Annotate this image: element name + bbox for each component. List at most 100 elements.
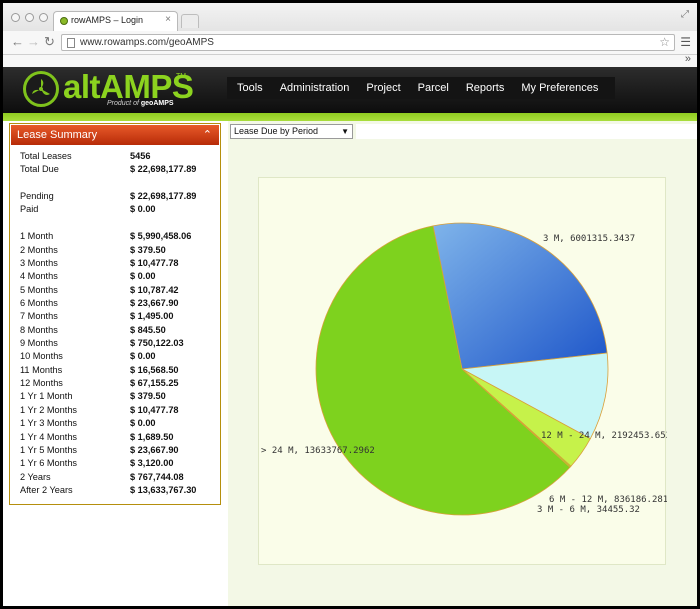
summary-value: $ 1,689.50 xyxy=(130,431,174,442)
nav-parcel[interactable]: Parcel xyxy=(418,82,449,94)
back-icon[interactable]: ← xyxy=(11,34,24,49)
summary-label: 1 Yr 6 Months xyxy=(20,458,78,469)
summary-value: $ 13,633,767.30 xyxy=(130,484,197,495)
summary-value: $ 67,155.25 xyxy=(130,378,179,389)
summary-value: $ 767,744.08 xyxy=(130,471,184,482)
summary-label: 1 Month xyxy=(20,231,54,242)
nav-my-preferences[interactable]: My Preferences xyxy=(521,82,598,94)
summary-row: 1 Yr 1 Month $ 379.50 xyxy=(20,390,210,403)
summary-value: $ 10,477.78 xyxy=(130,404,179,415)
nav-tools[interactable]: Tools xyxy=(237,82,263,94)
select-strip xyxy=(356,124,697,139)
browser-tab-bar: rowAMPS – Login × ⤢ xyxy=(3,3,697,31)
address-text[interactable]: www.rowamps.com/geoAMPS xyxy=(80,37,214,48)
summary-value: $ 0.00 xyxy=(130,204,156,215)
pie-slice-label: 3 M, 6001315.3437 xyxy=(543,234,635,244)
browser-tab[interactable]: rowAMPS – Login × xyxy=(53,11,178,31)
nav-project[interactable]: Project xyxy=(366,82,400,94)
chevron-up-icon[interactable]: ⌃ xyxy=(203,125,212,145)
window-close-icon[interactable] xyxy=(11,13,20,22)
browser-window: rowAMPS – Login × ⤢ ← → ↻ www.rowamps.co… xyxy=(3,3,697,606)
summary-label: After 2 Years xyxy=(20,484,73,495)
forward-icon[interactable]: → xyxy=(27,34,40,49)
summary-spacer xyxy=(20,177,210,190)
summary-row: 2 Months $ 379.50 xyxy=(20,244,210,257)
summary-row: 1 Yr 3 Months $ 0.00 xyxy=(20,417,210,430)
summary-value: $ 0.00 xyxy=(130,351,156,362)
summary-row: 5 Months $ 10,787.42 xyxy=(20,284,210,297)
address-bar[interactable]: www.rowamps.com/geoAMPS ☆ xyxy=(61,34,675,51)
fullscreen-icon[interactable]: ⤢ xyxy=(681,9,689,20)
summary-label: 3 Months xyxy=(20,257,58,268)
summary-value: $ 23,667.90 xyxy=(130,297,179,308)
summary-label: Pending xyxy=(20,191,54,202)
favicon-icon xyxy=(60,17,68,25)
summary-value: $ 16,568.50 xyxy=(130,364,179,375)
reload-icon[interactable]: ↻ xyxy=(44,34,55,50)
period-select-value: Lease Due by Period xyxy=(234,126,319,136)
summary-label: Paid xyxy=(20,204,39,215)
pie-slice-label: 3 M - 6 M, 34455.32 xyxy=(537,505,640,515)
summary-row: 9 Months $ 750,122.03 xyxy=(20,337,210,350)
main-nav: Tools Administration Project Parcel Repo… xyxy=(227,77,615,99)
summary-row: After 2 Years $ 13,633,767.30 xyxy=(20,484,210,497)
pie-slice-label: 12 M - 24 M, 2192453.6532 xyxy=(541,431,667,441)
lease-summary-rows: Total Leases 5456 Total Due $ 22,698,177.89… xyxy=(20,150,210,497)
bookmark-star-icon[interactable]: ☆ xyxy=(659,35,670,49)
summary-value: $ 10,477.78 xyxy=(130,257,179,268)
period-select[interactable]: Lease Due by Period ▼ xyxy=(230,124,353,139)
summary-row: 12 Months $ 67,155.25 xyxy=(20,377,210,390)
tab-close-icon[interactable]: × xyxy=(165,14,171,25)
pie-chart: 3 M, 6001315.3437 12 M - 24 M, 2192453.65… xyxy=(261,222,667,516)
summary-row: Pending $ 22,698,177.89 xyxy=(20,190,210,203)
summary-value: $ 845.50 xyxy=(130,324,166,335)
report-area: Lease Due by Period ▼ 3 M, 6001315.3437 1… xyxy=(228,121,697,606)
summary-label: 1 Yr 1 Month xyxy=(20,391,73,402)
summary-label: Total Leases xyxy=(20,151,72,161)
summary-label: 1 Yr 5 Months xyxy=(20,444,78,455)
summary-label: 2 Years xyxy=(20,471,51,482)
summary-value: $ 22,698,177.89 xyxy=(130,191,197,202)
dropdown-arrow-icon[interactable]: ▼ xyxy=(341,125,349,138)
summary-label: 9 Months xyxy=(20,338,58,349)
summary-value: $ 1,495.00 xyxy=(130,311,174,322)
summary-row: 1 Yr 4 Months $ 1,689.50 xyxy=(20,431,210,444)
summary-row: 11 Months $ 16,568.50 xyxy=(20,364,210,377)
new-tab-button[interactable] xyxy=(181,14,199,28)
summary-value: $ 22,698,177.89 xyxy=(130,164,197,175)
lease-summary-panel: Lease Summary ⌃ Total Leases 5456 Total Du… xyxy=(9,123,221,505)
pie-slice[interactable] xyxy=(432,222,608,370)
summary-row: 1 Yr 5 Months $ 23,667.90 xyxy=(20,444,210,457)
pie-slice-label: > 24 M, 13633767.2962 xyxy=(261,446,375,456)
browser-menu-icon[interactable]: ☰ xyxy=(680,35,691,49)
lease-summary-header[interactable]: Lease Summary ⌃ xyxy=(11,125,219,145)
tab-title: rowAMPS – Login xyxy=(71,15,144,25)
header-accent-bar xyxy=(3,113,697,121)
summary-row: 10 Months $ 0.00 xyxy=(20,350,210,363)
summary-row: 2 Years $ 767,744.08 xyxy=(20,471,210,484)
bookmarks-overflow-icon[interactable]: » xyxy=(685,53,691,65)
nav-administration[interactable]: Administration xyxy=(280,82,350,94)
pie-chart-container: 3 M, 6001315.3437 12 M - 24 M, 2192453.65… xyxy=(258,177,667,565)
summary-row: 1 Yr 6 Months $ 3,120.00 xyxy=(20,457,210,470)
summary-label: 1 Yr 3 Months xyxy=(20,418,78,429)
window-zoom-icon[interactable] xyxy=(39,13,48,22)
summary-row: 1 Yr 2 Months $ 10,477.78 xyxy=(20,404,210,417)
lease-summary-title: Lease Summary xyxy=(17,129,98,141)
summary-value: $ 3,120.00 xyxy=(130,458,174,469)
summary-value: $ 379.50 xyxy=(130,244,166,255)
nav-reports[interactable]: Reports xyxy=(466,82,505,94)
summary-row: 3 Months $ 10,477.78 xyxy=(20,257,210,270)
pie-slice-label: 6 M - 12 M, 836186.2815 xyxy=(549,495,667,505)
summary-value: $ 5,990,458.06 xyxy=(130,231,192,242)
summary-value: $ 750,122.03 xyxy=(130,338,184,349)
window-minimize-icon[interactable] xyxy=(25,13,34,22)
summary-label: 12 Months xyxy=(20,378,63,389)
summary-label: 5 Months xyxy=(20,284,58,295)
browser-toolbar: ← → ↻ www.rowamps.com/geoAMPS ☆ ☰ xyxy=(3,31,697,55)
page-icon xyxy=(67,38,75,48)
summary-label: 8 Months xyxy=(20,324,58,335)
summary-row: Total Due $ 22,698,177.89 xyxy=(20,163,210,176)
summary-row: 6 Months $ 23,667.90 xyxy=(20,297,210,310)
logo-trademark: TM xyxy=(176,73,187,80)
